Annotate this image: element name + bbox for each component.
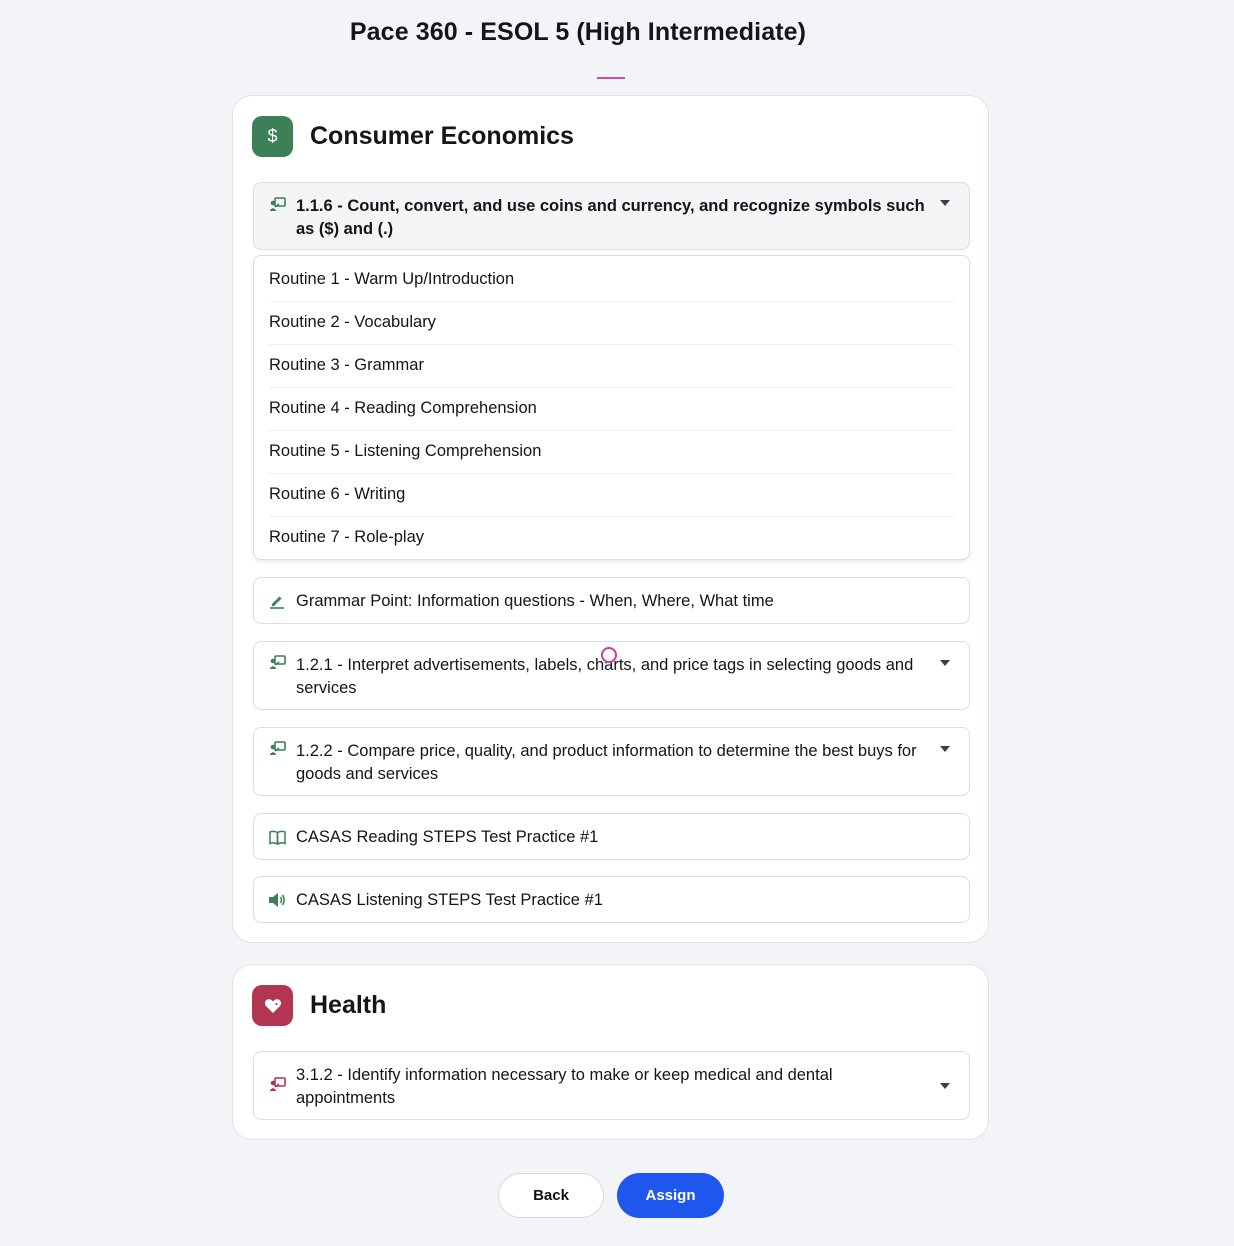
routine-list: Routine 1 - Warm Up/Introduction Routine… [253, 255, 970, 560]
category-header: Health [252, 985, 386, 1026]
category-card-health: Health 3.1.2 - Identify information nece… [232, 964, 989, 1140]
routine-item[interactable]: Routine 1 - Warm Up/Introduction [269, 258, 954, 302]
chevron-down-icon[interactable] [940, 660, 950, 666]
category-header: $ Consumer Economics [252, 116, 574, 157]
category-title: Health [310, 991, 387, 1019]
teacher-board-icon [268, 654, 286, 672]
page-title: Pace 360 - ESOL 5 (High Intermediate) [349, 18, 807, 46]
routine-item[interactable]: Routine 5 - Listening Comprehension [269, 430, 954, 474]
objective-label: 1.1.6 - Count, convert, and use coins an… [296, 197, 925, 238]
listening-test-label: CASAS Listening STEPS Test Practice #1 [296, 891, 603, 909]
dollar-icon: $ [252, 116, 293, 157]
category-title: Consumer Economics [310, 122, 574, 150]
pencil-icon [268, 592, 286, 610]
dollar-glyph: $ [267, 126, 278, 146]
grammar-point-label: Grammar Point: Information questions - W… [296, 592, 774, 610]
back-button[interactable]: Back [498, 1173, 604, 1218]
grammar-point-item[interactable]: Grammar Point: Information questions - W… [253, 577, 970, 624]
teacher-board-icon [268, 1076, 286, 1094]
assign-button[interactable]: Assign [617, 1173, 724, 1218]
teacher-board-icon [268, 196, 286, 214]
routine-item[interactable]: Routine 2 - Vocabulary [269, 301, 954, 345]
listening-test-item[interactable]: CASAS Listening STEPS Test Practice #1 [253, 876, 970, 923]
routine-item[interactable]: Routine 7 - Role-play [269, 516, 954, 559]
objective-item-1-1-6[interactable]: 1.1.6 - Count, convert, and use coins an… [253, 182, 970, 250]
routine-item[interactable]: Routine 6 - Writing [269, 473, 954, 517]
objective-item-1-2-2[interactable]: 1.2.2 - Compare price, quality, and prod… [253, 727, 970, 796]
heart-icon [252, 985, 293, 1026]
open-book-icon [268, 828, 286, 846]
objective-item-3-1-2[interactable]: 3.1.2 - Identify information necessary t… [253, 1051, 970, 1120]
category-card-consumer-economics: $ Consumer Economics 1.1.6 - Count, conv… [232, 95, 989, 943]
reading-test-item[interactable]: CASAS Reading STEPS Test Practice #1 [253, 813, 970, 860]
cursor-indicator [601, 647, 617, 663]
routine-item[interactable]: Routine 3 - Grammar [269, 344, 954, 388]
objective-label: 1.2.2 - Compare price, quality, and prod… [296, 742, 917, 783]
chevron-down-icon[interactable] [940, 200, 950, 206]
routine-item[interactable]: Routine 4 - Reading Comprehension [269, 387, 954, 431]
title-underline [597, 77, 625, 79]
chevron-down-icon[interactable] [940, 746, 950, 752]
chevron-down-icon[interactable] [940, 1083, 950, 1089]
speaker-icon [268, 891, 286, 909]
teacher-board-icon [268, 740, 286, 758]
reading-test-label: CASAS Reading STEPS Test Practice #1 [296, 828, 599, 846]
objective-label: 3.1.2 - Identify information necessary t… [296, 1066, 833, 1107]
